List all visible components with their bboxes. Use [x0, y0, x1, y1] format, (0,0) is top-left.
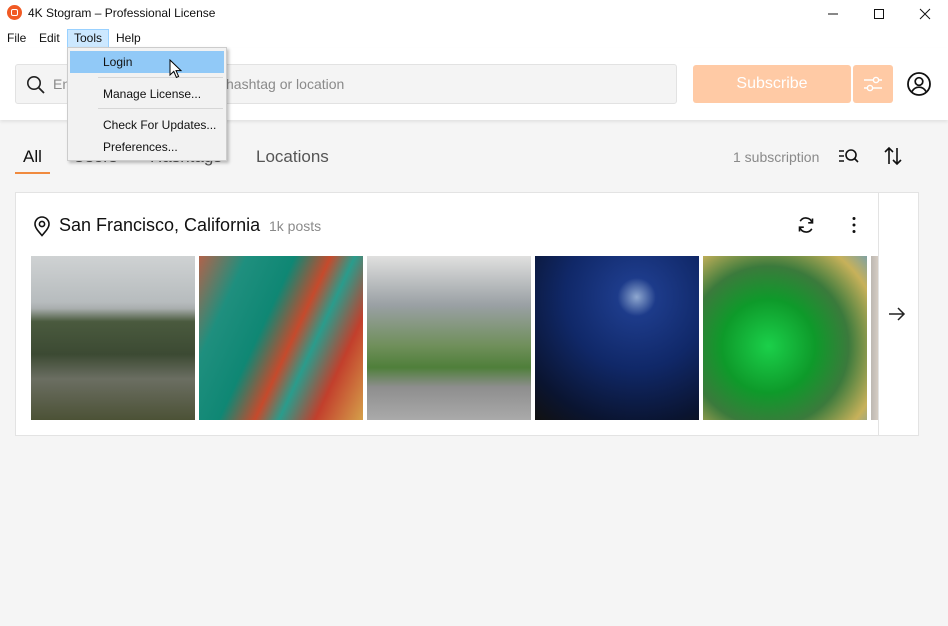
user-account-icon [907, 72, 931, 96]
next-photos-button[interactable] [887, 305, 907, 323]
arrow-right-icon [889, 307, 906, 321]
refresh-icon [798, 217, 814, 233]
menu-separator [98, 108, 223, 109]
more-options-button[interactable] [846, 215, 862, 235]
more-vertical-icon [852, 217, 856, 233]
menu-bar: File Edit Tools Help [0, 28, 948, 48]
menu-file[interactable]: File [1, 29, 32, 48]
photo-thumbnail[interactable] [31, 256, 195, 420]
photo-thumbnail[interactable] [199, 256, 363, 420]
sort-arrows-icon [884, 146, 902, 166]
app-logo-icon [7, 5, 22, 20]
close-button[interactable] [902, 0, 948, 28]
menu-item-manage-license[interactable]: Manage License... [70, 83, 224, 105]
tab-all[interactable]: All [23, 147, 42, 167]
maximize-icon [874, 9, 884, 19]
refresh-button[interactable] [796, 215, 816, 235]
post-count: 1k posts [269, 218, 322, 234]
sliders-icon [864, 76, 882, 92]
tools-dropdown-menu: Login Manage License... Check For Update… [67, 47, 227, 161]
search-subscriptions-button[interactable] [838, 146, 860, 166]
photo-thumbnail[interactable] [703, 256, 867, 420]
subscription-count: 1 subscription [733, 149, 820, 165]
search-icon [27, 76, 45, 94]
menu-item-login[interactable]: Login [70, 51, 224, 73]
photo-thumbnail[interactable] [367, 256, 531, 420]
minimize-icon [828, 13, 838, 15]
menu-edit[interactable]: Edit [33, 29, 66, 48]
menu-separator [98, 77, 223, 78]
photo-thumbnail[interactable] [535, 256, 699, 420]
active-tab-indicator [15, 172, 50, 174]
subscription-title[interactable]: San Francisco, California [59, 215, 260, 236]
minimize-button[interactable] [810, 0, 856, 28]
search-placeholder-end: hashtag or location [226, 76, 345, 92]
title-bar: 4K Stogram – Professional License [0, 0, 948, 28]
search-list-icon [839, 149, 859, 163]
maximize-button[interactable] [856, 0, 902, 28]
menu-item-check-updates[interactable]: Check For Updates... [70, 114, 224, 136]
menu-tools[interactable]: Tools [67, 29, 110, 48]
sort-button[interactable] [883, 145, 903, 167]
filter-settings-button[interactable] [853, 65, 893, 103]
close-icon [919, 8, 931, 20]
account-button[interactable] [906, 71, 932, 97]
mouse-cursor-icon [169, 59, 183, 79]
subscribe-button[interactable]: Subscribe [693, 65, 851, 103]
menu-help[interactable]: Help [110, 29, 147, 48]
location-pin-icon [34, 216, 50, 237]
window-title: 4K Stogram – Professional License [28, 6, 216, 20]
subscription-card: San Francisco, California 1k posts [15, 192, 879, 436]
tab-locations[interactable]: Locations [256, 147, 329, 167]
menu-item-preferences[interactable]: Preferences... [70, 136, 224, 158]
